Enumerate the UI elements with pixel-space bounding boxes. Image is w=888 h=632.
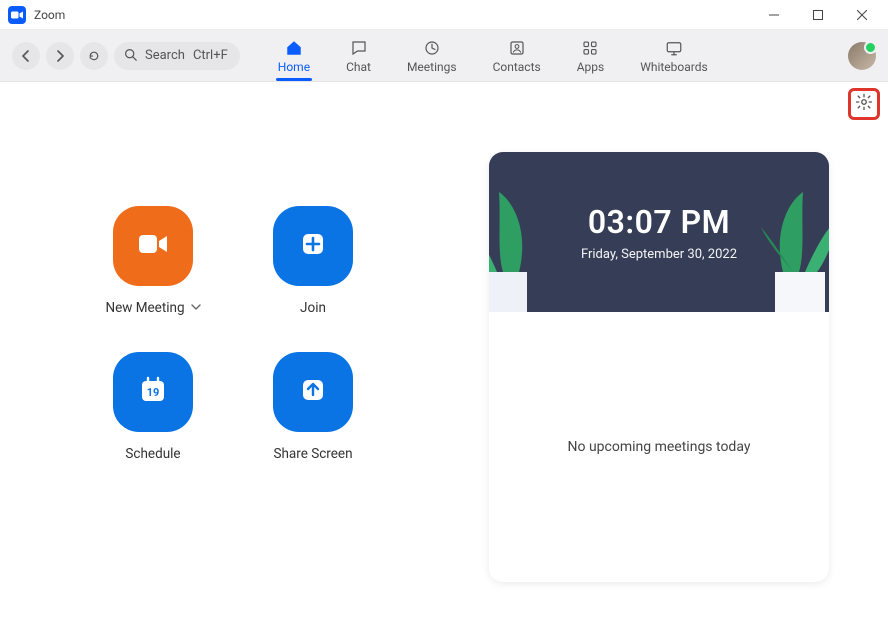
apps-icon (580, 38, 600, 58)
minimize-button[interactable] (752, 0, 796, 30)
plant-decoration-icon (489, 162, 569, 312)
schedule-label: Schedule (125, 446, 180, 462)
nav-tabs: Home Chat Meetings Contacts Apps Whitebo… (274, 30, 834, 81)
tab-label: Home (278, 60, 310, 74)
window-title: Zoom (34, 8, 65, 22)
chevron-down-icon (191, 300, 201, 316)
nav-forward-button[interactable] (46, 42, 74, 70)
home-content: New Meeting Join 19 Schedule (0, 82, 888, 632)
main-toolbar: Search Ctrl+F Home Chat Meetings Contact… (0, 30, 888, 82)
maximize-button[interactable] (796, 0, 840, 30)
clock-time: 03:07 PM (588, 203, 730, 241)
tab-meetings[interactable]: Meetings (403, 30, 461, 81)
upcoming-card: 03:07 PM Friday, September 30, 2022 No u… (489, 152, 829, 582)
action-tiles: New Meeting Join 19 Schedule (18, 106, 448, 608)
nav-back-button[interactable] (12, 42, 40, 70)
calendar-icon: 19 (135, 372, 171, 412)
titlebar: Zoom (0, 0, 888, 30)
join-label: Join (300, 300, 326, 316)
plant-decoration-icon (733, 162, 829, 312)
search-shortcut: Ctrl+F (193, 48, 228, 63)
schedule-button[interactable]: 19 (113, 352, 193, 432)
upcoming-panel: 03:07 PM Friday, September 30, 2022 No u… (448, 106, 870, 608)
tab-label: Whiteboards (640, 60, 708, 74)
tab-label: Meetings (407, 60, 457, 74)
tab-label: Contacts (493, 60, 541, 74)
new-meeting-button[interactable] (113, 206, 193, 286)
profile-avatar[interactable] (848, 42, 876, 70)
clock-icon (422, 38, 442, 58)
join-button[interactable] (273, 206, 353, 286)
history-button[interactable] (80, 42, 108, 70)
new-meeting-label[interactable]: New Meeting (105, 300, 200, 316)
zoom-app-icon (8, 6, 26, 24)
share-screen-button[interactable] (273, 352, 353, 432)
search-input[interactable]: Search Ctrl+F (114, 42, 240, 70)
tab-contacts[interactable]: Contacts (489, 30, 545, 81)
no-meetings-text: No upcoming meetings today (568, 439, 751, 455)
tab-apps[interactable]: Apps (573, 30, 609, 81)
whiteboard-icon (664, 38, 684, 58)
search-icon (124, 46, 137, 65)
tab-label: Chat (346, 60, 371, 74)
home-icon (284, 38, 304, 58)
chat-icon (349, 38, 369, 58)
tab-label: Apps (577, 60, 605, 74)
clock-date: Friday, September 30, 2022 (581, 247, 737, 262)
tab-home[interactable]: Home (274, 30, 314, 81)
video-icon (135, 226, 171, 266)
contacts-icon (507, 38, 527, 58)
search-placeholder: Search (145, 48, 185, 63)
plus-icon (295, 226, 331, 266)
svg-text:19: 19 (147, 386, 160, 399)
share-screen-label: Share Screen (273, 446, 352, 462)
share-icon (295, 372, 331, 412)
close-button[interactable] (840, 0, 884, 30)
clock-hero: 03:07 PM Friday, September 30, 2022 (489, 152, 829, 312)
tab-chat[interactable]: Chat (342, 30, 375, 81)
tab-whiteboards[interactable]: Whiteboards (636, 30, 712, 81)
